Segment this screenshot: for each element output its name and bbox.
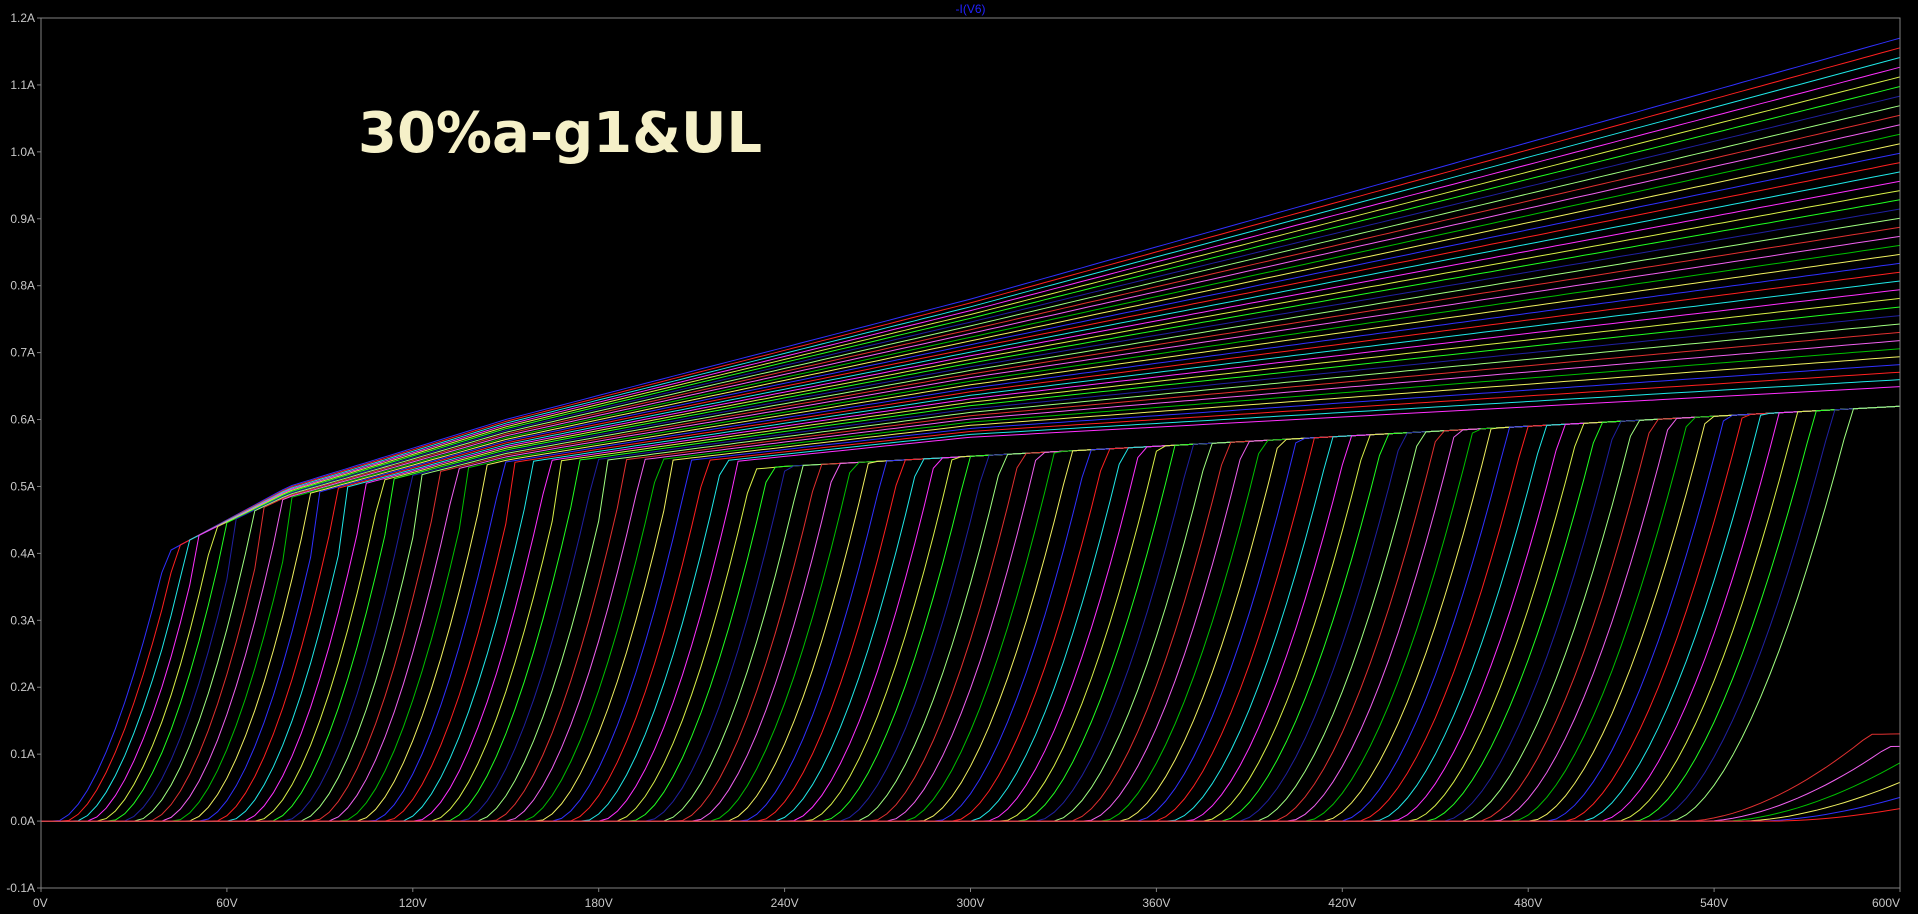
x-tick-label: 300V — [956, 896, 984, 910]
trace-title: -I(V6) — [956, 2, 986, 16]
x-tick-label: 60V — [216, 896, 237, 910]
y-tick-label: 0.3A — [10, 613, 35, 627]
x-tick-label: 360V — [1142, 896, 1170, 910]
y-tick-label: 0.5A — [10, 479, 35, 493]
y-tick-label: 0.6A — [10, 413, 35, 427]
x-tick-label: 480V — [1514, 896, 1542, 910]
x-tick-label: 120V — [399, 896, 427, 910]
x-tick-label: 540V — [1700, 896, 1728, 910]
y-tick-label: 0.8A — [10, 279, 35, 293]
y-tick-label: 0.0A — [10, 814, 35, 828]
y-tick-label: 1.1A — [10, 78, 35, 92]
x-tick-label: 240V — [771, 896, 799, 910]
y-tick-label: 1.0A — [10, 145, 35, 159]
x-tick-label: 180V — [585, 896, 613, 910]
x-tick-label: 600V — [1872, 896, 1900, 910]
y-tick-label: 0.1A — [10, 747, 35, 761]
y-tick-label: -0.1A — [6, 881, 35, 895]
x-tick-label: 0V — [33, 896, 48, 910]
y-tick-label: 0.4A — [10, 546, 35, 560]
x-tick-label: 420V — [1328, 896, 1356, 910]
y-tick-label: 1.2A — [10, 11, 35, 25]
y-tick-label: 0.7A — [10, 346, 35, 360]
y-tick-label: 0.2A — [10, 680, 35, 694]
y-tick-label: 0.9A — [10, 212, 35, 226]
chart-annotation: 30%a-g1&UL — [358, 101, 762, 166]
plot: 0V 60V 120V 180V 240V 300V 360V 420V 480V 540V 600… — [0, 0, 1918, 914]
